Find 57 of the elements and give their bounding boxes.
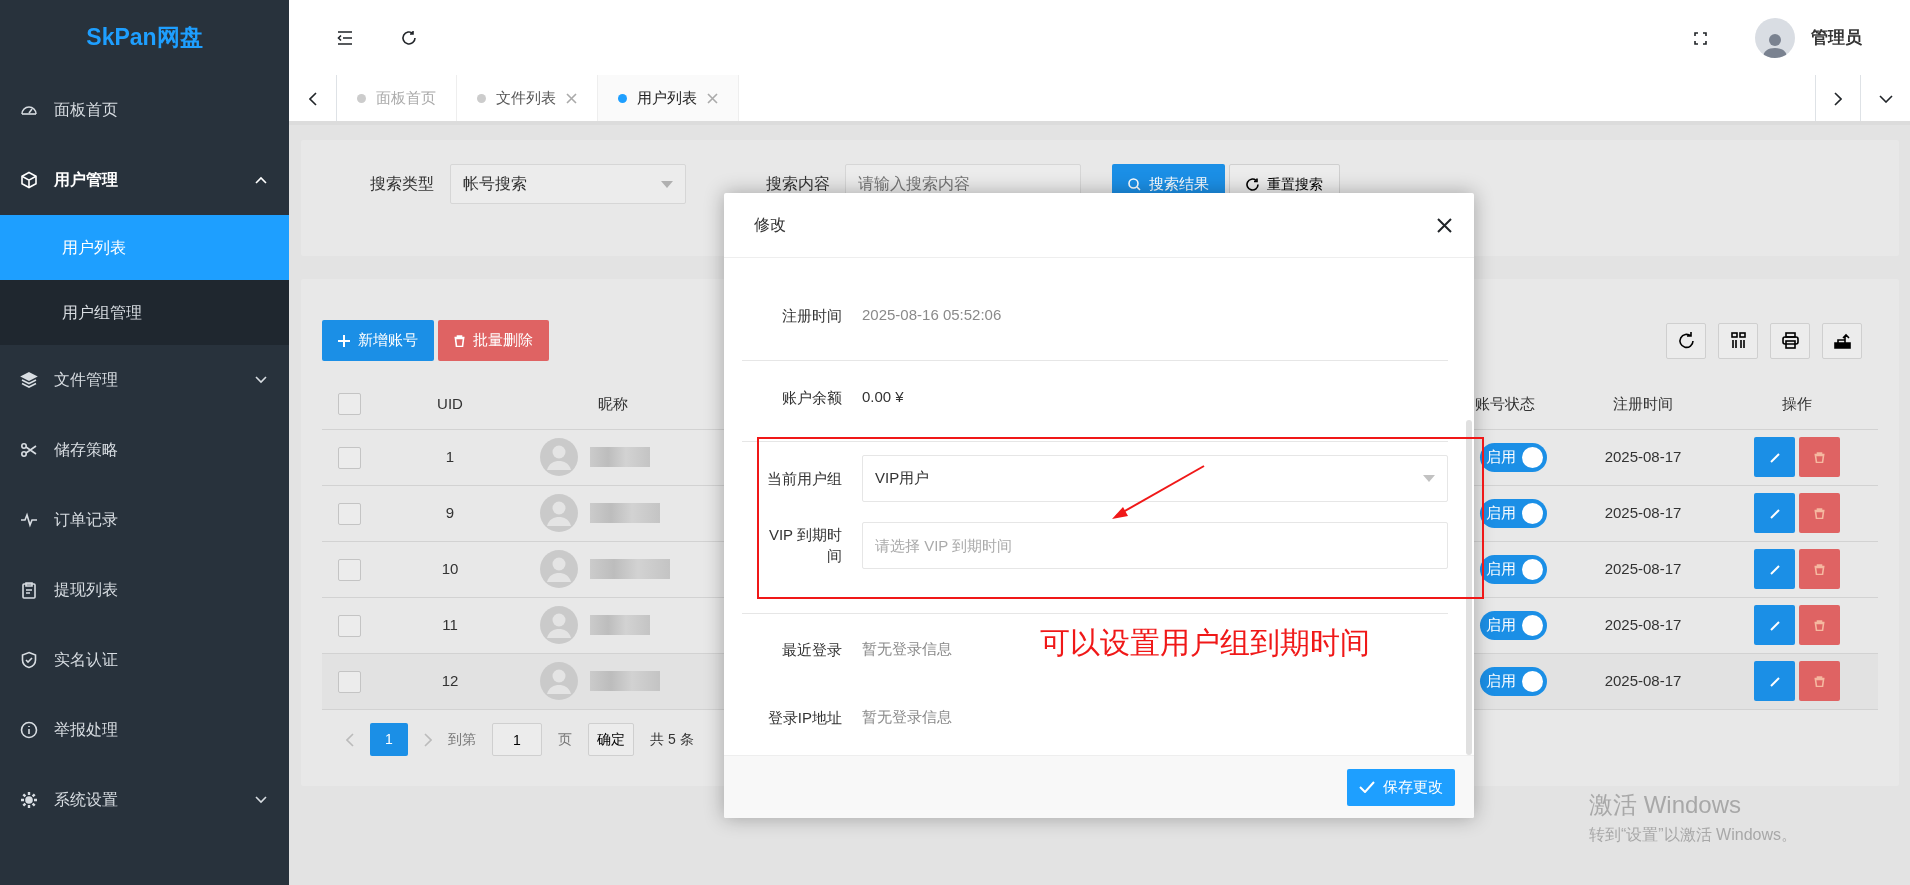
page-unit: 页 [558,730,572,749]
activation-hint: 转到“设置”以激活 Windows。 [1589,825,1797,845]
modal-title: 修改 [754,215,786,235]
column-header: 操作 [1782,394,1812,412]
field-label: 最近登录 [781,639,842,660]
annotation-text: 可以设置用户组到期时间 [1040,625,1370,661]
field-value: 2025-08-16 05:52:06 [862,304,1002,325]
status-switch[interactable]: 启用 [1479,442,1547,472]
field-label: VIP 到期时间 [767,525,842,566]
logo-text: SkPan网盘 [86,23,203,53]
field-label: 账户余额 [781,387,842,408]
table-cell: 9 [445,503,455,521]
date-field[interactable]: 请选择 VIP 到期时间 [862,521,1448,569]
confirm-button[interactable]: 确定 [588,723,634,756]
column-header: 昵称 [598,394,628,412]
table-cell: 11 [442,615,458,633]
table-cell: 12 [441,671,459,689]
sidebar-item[interactable]: 提现列表 [0,555,289,625]
field-label: 当前用户组 [766,468,842,489]
page-input[interactable]: 1 [492,723,542,756]
field-label: 搜索类型 [370,174,434,194]
tab[interactable]: 用户列表 [598,75,739,121]
field-value: 暂无登录信息 [862,706,952,727]
column-header: UID [437,394,463,412]
field-label: 搜索内容 [766,174,830,194]
field-label: 登录IP地址 [766,707,842,728]
table-cell: 2025-08-17 [1604,615,1682,633]
sidebar-item[interactable]: 实名认证 [0,625,289,695]
search-type-select[interactable]: 帐号搜索 [450,164,686,204]
table-cell: 2025-08-17 [1604,503,1682,521]
field-label: 注册时间 [781,305,842,326]
column-header: 账号状态 [1475,394,1535,412]
table-cell: 2025-08-17 [1604,671,1682,689]
table-cell: 2025-08-17 [1604,447,1682,465]
sidebar-item[interactable]: 系统设置 [0,765,289,835]
sidebar-item[interactable]: 储存策略 [0,415,289,485]
goto-label: 到第 [448,730,476,749]
status-switch[interactable]: 启用 [1479,498,1547,528]
sidebar-item[interactable]: 订单记录 [0,485,289,555]
field-value: 暂无登录信息 [862,638,952,659]
sidebar-item[interactable]: 文件管理 [0,345,289,415]
column-header: 注册时间 [1613,394,1673,412]
activation-title: 激活 Windows [1589,790,1743,820]
sidebar-item[interactable]: 举报处理 [0,695,289,765]
status-switch[interactable]: 启用 [1479,610,1547,640]
status-switch[interactable]: 启用 [1479,554,1547,584]
total-count: 共 5 条 [650,730,694,749]
table-cell: 1 [445,447,455,465]
user-group-select[interactable]: VIP用户 [862,454,1448,502]
table-cell: 2025-08-17 [1604,559,1682,577]
field-value: 0.00 ¥ [862,386,904,407]
status-switch[interactable]: 启用 [1479,666,1547,696]
sidebar-item[interactable]: 用户管理 [0,145,289,215]
user-name[interactable]: 管理员 [1811,24,1862,51]
sidebar-item[interactable]: 面板首页 [0,75,289,145]
submenu-item[interactable]: 用户组管理 [0,280,289,345]
table-cell: 10 [441,559,459,577]
